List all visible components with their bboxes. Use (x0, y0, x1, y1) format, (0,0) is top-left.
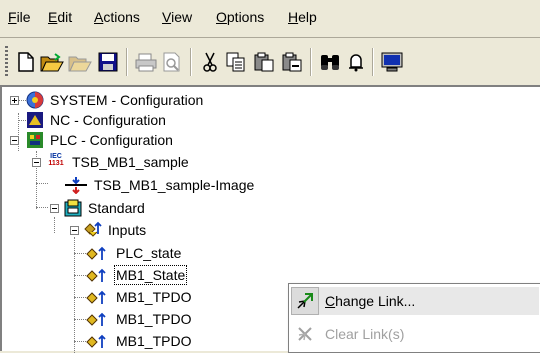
paste-icon[interactable] (252, 50, 276, 74)
tree-node-image[interactable]: TSB_MB1_sample-Image (64, 174, 255, 196)
tree-line (36, 183, 48, 184)
plc-config-icon (26, 131, 44, 149)
tree-line (18, 113, 19, 151)
clear-link-icon (291, 320, 319, 348)
tree-node-label: MB1_TPDO (116, 311, 192, 327)
tree-node-project[interactable]: IEC 1131 TSB_MB1_sample (46, 151, 190, 173)
toolbar-separator (310, 48, 312, 76)
tree-node-mb1-tpdo-1[interactable]: MB1_TPDO (86, 286, 192, 308)
tree-line (74, 237, 75, 353)
menu-view[interactable]: View (158, 6, 196, 28)
tree-node-mb1-tpdo-3[interactable]: MB1_TPDO (86, 330, 192, 352)
menu-help[interactable]: Help (284, 6, 321, 28)
system-config-icon (26, 91, 44, 109)
tree-node-label: NC - Configuration (50, 112, 166, 128)
monitor-icon[interactable] (380, 50, 404, 74)
toolbar-separator (372, 48, 374, 76)
collapse-project-toggle[interactable] (32, 158, 41, 167)
tree-node-label: MB1_TPDO (116, 333, 192, 349)
toolbar-grip[interactable] (5, 46, 8, 78)
change-link-accel: C (325, 293, 336, 309)
tree-node-system[interactable]: SYSTEM - Configuration (26, 89, 204, 111)
copy-icon[interactable] (224, 50, 248, 74)
tree-node-label: PLC - Configuration (50, 132, 173, 148)
tree-node-label: Standard (88, 200, 145, 216)
open-folder-icon[interactable] (40, 50, 64, 74)
tree-node-mb1-state[interactable]: MB1_State (86, 264, 188, 286)
tree-node-plc[interactable]: PLC - Configuration (26, 129, 174, 151)
change-link-label: hange Link... (335, 293, 416, 309)
collapse-inputs-toggle[interactable] (70, 226, 79, 235)
process-image-icon (64, 176, 88, 195)
tree-node-nc[interactable]: NC - Configuration (26, 109, 167, 131)
input-variable-icon (86, 310, 110, 328)
change-link-icon (291, 287, 319, 315)
iec-1131-icon: IEC 1131 (48, 153, 64, 167)
toolbar-separator (190, 48, 192, 76)
print-icon[interactable] (134, 50, 158, 74)
collapse-plc-toggle[interactable] (10, 136, 19, 145)
menu-options[interactable]: Options (212, 6, 268, 28)
input-variable-icon (86, 288, 110, 306)
menu-edit[interactable]: Edit (44, 6, 76, 28)
clear-links-menu-item[interactable]: Clear Link(s) (291, 320, 539, 348)
tree-node-label: TSB_MB1_sample (72, 154, 189, 170)
paste-special-icon[interactable] (280, 50, 304, 74)
tree-line (74, 275, 86, 276)
tree-node-plc-state[interactable]: PLC_state (86, 242, 182, 264)
tree-node-label: PLC_state (116, 245, 182, 261)
context-menu: Change Link... Clear Link(s) (288, 283, 540, 353)
menu-file[interactable]: File (4, 6, 35, 28)
tree-node-label: Inputs (108, 222, 147, 238)
clear-links-label: Clear Link(s) (325, 326, 405, 342)
tree-node-label: SYSTEM - Configuration (50, 92, 204, 108)
input-variable-icon (86, 266, 110, 284)
tree-node-label: MB1_State (113, 265, 188, 285)
print-preview-icon[interactable] (160, 50, 184, 74)
nc-config-icon (26, 111, 44, 129)
tree-line (36, 207, 48, 208)
new-file-icon[interactable] (14, 50, 38, 74)
tree-line (74, 253, 86, 254)
tree-node-label: MB1_TPDO (116, 289, 192, 305)
toolbar-separator (126, 48, 128, 76)
bell-icon[interactable] (344, 50, 368, 74)
menu-actions[interactable]: Actions (90, 6, 144, 28)
cut-icon[interactable] (198, 50, 222, 74)
tree-node-mb1-tpdo-2[interactable]: MB1_TPDO (86, 308, 192, 330)
tree-node-inputs[interactable]: Inputs (84, 219, 147, 241)
tree-node-standard[interactable]: Standard (64, 197, 146, 219)
tree-line (54, 217, 55, 233)
open-folder-disabled-icon[interactable] (68, 50, 92, 74)
find-icon[interactable] (318, 50, 342, 74)
menu-bar: File Edit Actions View Options Help (0, 0, 540, 36)
tree-line (74, 341, 86, 342)
input-variable-icon (86, 332, 110, 350)
task-folder-icon (64, 199, 82, 217)
menu-separator (0, 37, 540, 38)
input-variable-icon (86, 244, 110, 262)
inputs-folder-icon (84, 221, 102, 239)
change-link-menu-item[interactable]: Change Link... (291, 287, 539, 315)
tree-node-label: TSB_MB1_sample-Image (94, 177, 255, 193)
expand-system-toggle[interactable] (10, 96, 19, 105)
tree-line (74, 319, 86, 320)
collapse-standard-toggle[interactable] (50, 204, 59, 213)
save-icon[interactable] (96, 50, 120, 74)
tree-line (74, 297, 86, 298)
